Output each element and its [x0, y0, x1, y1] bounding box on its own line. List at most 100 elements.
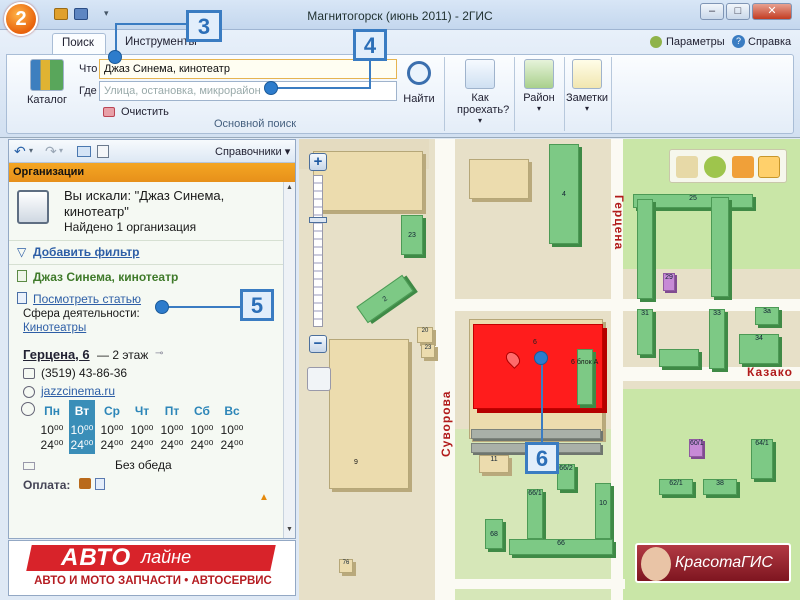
add-filter-link[interactable]: Добавить фильтр [33, 245, 139, 259]
building: 66 [509, 539, 613, 555]
find-button[interactable]: Найти [401, 59, 437, 105]
building: 23 [401, 215, 423, 255]
building: 62/1 [659, 479, 693, 495]
select-tool-icon[interactable] [758, 156, 780, 178]
callout-line [168, 306, 240, 308]
callout-4: 4 [353, 29, 387, 61]
save-icon[interactable] [54, 8, 68, 20]
settings-link[interactable]: Параметры [666, 36, 725, 48]
building: 64/1 [751, 439, 773, 479]
callout-line [541, 364, 543, 442]
catalog-button[interactable]: Каталог [23, 59, 71, 106]
advertisement-banner[interactable]: АВТО лайне АВТО И МОТО ЗАПЧАСТИ • АВТОСЕ… [8, 540, 296, 596]
building: 66/1 [527, 489, 543, 539]
forward-dropdown-icon[interactable]: ▾ [59, 146, 63, 155]
beauty-ad[interactable]: КрасотаГИС [635, 543, 791, 583]
back-dropdown-icon[interactable]: ▾ [29, 146, 33, 155]
card-icon [95, 478, 105, 490]
scroll-down-icon[interactable]: ▼ [286, 526, 293, 533]
district-label: Район [523, 92, 555, 104]
layers-icon[interactable] [704, 156, 726, 178]
zoom-slider-thumb[interactable] [309, 217, 327, 223]
divider [9, 264, 283, 265]
building: 10 [595, 483, 611, 539]
scroll-up-icon[interactable]: ▲ [286, 184, 293, 191]
route-button[interactable]: Как проехать? ▾ [457, 59, 510, 125]
org-name-link[interactable]: Джаз Синема, кинотеатр [33, 270, 178, 284]
what-search-input[interactable] [99, 59, 397, 79]
building: 38 [703, 479, 737, 495]
callout-dot [108, 50, 122, 64]
close-time: 24⁰⁰ [70, 438, 94, 452]
callout-line [115, 23, 117, 53]
callout-3: 3 [186, 10, 222, 42]
clear-button[interactable]: Очистить [121, 106, 169, 118]
directories-label: Справочники [215, 146, 282, 158]
search-query-text: Вы искали: "Джаз Синема, кинотеатр" [64, 188, 225, 219]
day-sun: Вс [224, 404, 240, 418]
face-image [641, 547, 671, 581]
forward-icon[interactable]: ↷ [45, 144, 57, 158]
district-button[interactable]: Район ▾ [519, 59, 559, 113]
open-time: 10⁰⁰ [190, 423, 214, 437]
building [471, 429, 601, 439]
website-link[interactable]: jazzcinema.ru [41, 384, 115, 398]
activity-link[interactable]: Кинотеатры [23, 322, 86, 334]
zoom-area-icon[interactable] [307, 367, 331, 391]
directories-dropdown[interactable]: Справочники ▾ [215, 145, 290, 158]
ruler-icon[interactable] [676, 156, 698, 178]
view-article-link[interactable]: Посмотреть статью [33, 292, 141, 306]
callout-dot [155, 300, 169, 314]
building [711, 197, 729, 297]
highlight-icon[interactable] [732, 156, 754, 178]
building: 11 [479, 455, 509, 473]
organizations-header: Организации [9, 163, 295, 182]
catalog-icon [30, 59, 64, 91]
ribbon: Поиск Инструменты Параметры ? Справка Ка… [0, 30, 800, 138]
zoom-out-button[interactable]: − [309, 335, 327, 353]
close-time: 24⁰⁰ [40, 438, 64, 452]
schedule-grid: Пн Вт Ср Чт Пт Сб Вс 10⁰⁰ 10⁰⁰ 10⁰⁰ 10⁰⁰… [39, 400, 255, 454]
city-map[interactable]: Суворова Герцена Казако 4 25 23 2 20 23 … [299, 139, 800, 600]
find-label: Найти [403, 93, 435, 105]
pin-icon[interactable]: ⊸ [155, 348, 163, 359]
maximize-button[interactable]: □ [726, 3, 750, 20]
print-icon[interactable] [74, 8, 88, 20]
warning-icon[interactable]: ▲ [259, 492, 269, 503]
eraser-icon [103, 107, 115, 117]
notes-button[interactable]: Заметки ▾ [563, 59, 611, 113]
notes-dropdown-icon: ▾ [584, 104, 589, 113]
zoom-slider-track[interactable] [313, 175, 323, 327]
panel-scrollbar[interactable]: ▲ ▼ [283, 182, 295, 538]
app-logo[interactable]: 2 [4, 2, 38, 36]
quick-access-dropdown-icon[interactable]: ▾ [104, 8, 109, 19]
print-list-icon[interactable] [97, 145, 109, 158]
district-dropdown-icon: ▾ [536, 104, 541, 113]
address-link[interactable]: Герцена, 6 [23, 347, 90, 362]
callout-dot [534, 351, 548, 365]
list-view-icon[interactable] [77, 146, 91, 157]
minimize-button[interactable]: – [700, 3, 724, 20]
route-label: Как проехать? [457, 92, 510, 116]
callout-dot [264, 81, 278, 95]
where-search-input[interactable] [99, 81, 397, 101]
day-wed: Ср [104, 404, 120, 418]
floor-text: — 2 этаж [97, 348, 149, 362]
close-button[interactable]: ✕ [752, 3, 792, 20]
district-icon [524, 59, 554, 89]
back-icon[interactable]: ↶ [14, 144, 26, 158]
close-time: 24⁰⁰ [160, 438, 184, 452]
building: 76 [339, 559, 353, 573]
callout-5: 5 [240, 289, 274, 321]
building [577, 349, 593, 405]
close-time: 24⁰⁰ [220, 438, 244, 452]
banner-tagline: АВТО И МОТО ЗАПЧАСТИ • АВТОСЕРВИС [34, 575, 272, 587]
tab-search[interactable]: Поиск [52, 33, 106, 54]
separator [444, 57, 445, 131]
help-link[interactable]: Справка [748, 36, 791, 48]
building: 29 [663, 273, 675, 291]
activity-label: Сфера деятельности: [23, 308, 140, 320]
callout-line [369, 61, 371, 88]
day-mon: Пн [44, 404, 60, 418]
zoom-in-button[interactable]: + [309, 153, 327, 171]
